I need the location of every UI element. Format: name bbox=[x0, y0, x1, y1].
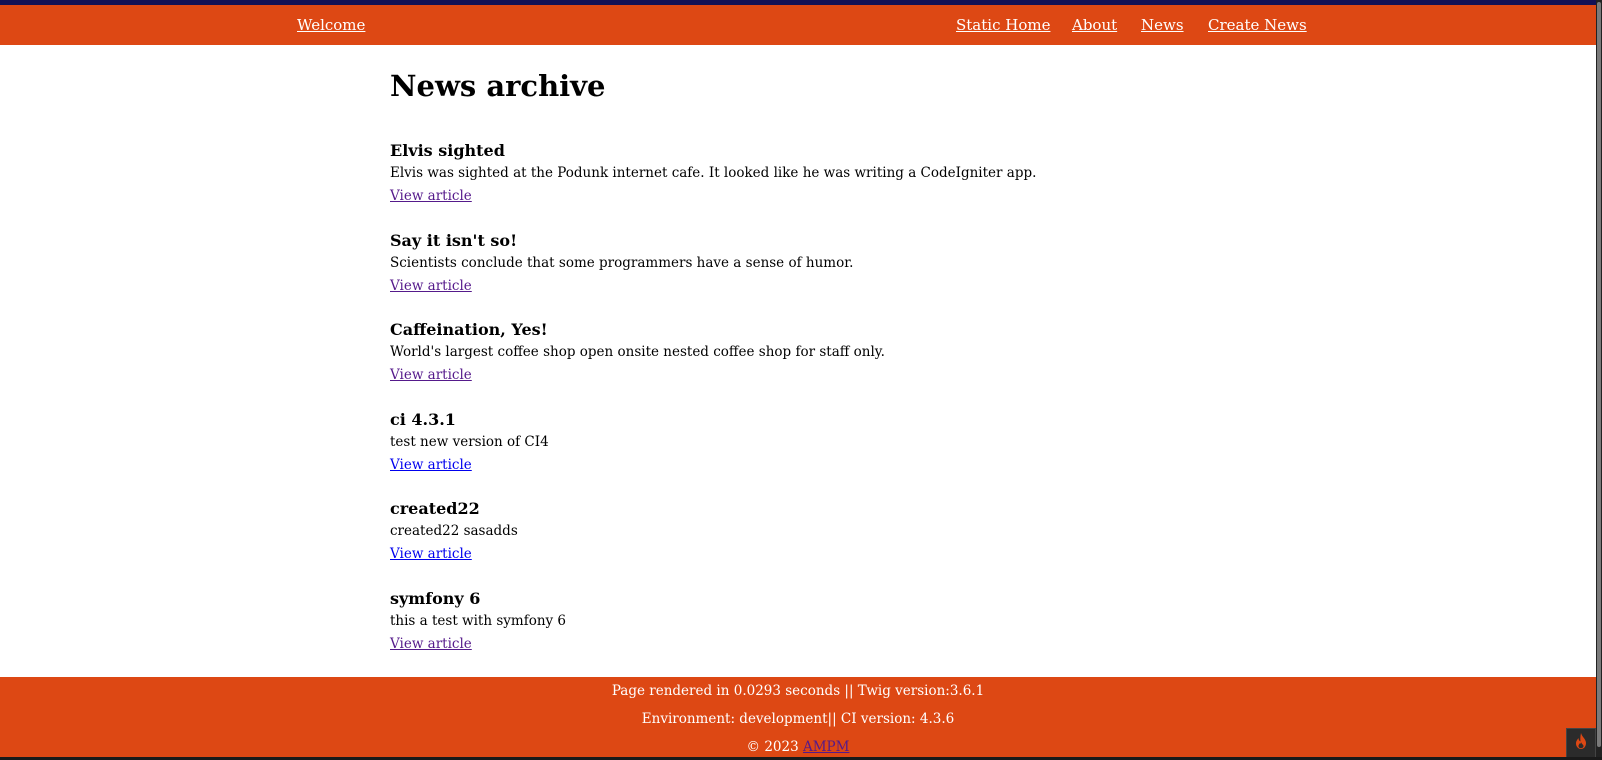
news-list: Elvis sighted Elvis was sighted at the P… bbox=[390, 140, 1290, 678]
browser-viewport: Welcome Static Home About News Create Ne… bbox=[0, 0, 1596, 760]
news-item-text: World's largest coffee shop open onsite … bbox=[390, 344, 885, 361]
news-item-title: Caffeination, Yes! bbox=[390, 320, 548, 340]
news-item-title: symfony 6 bbox=[390, 588, 481, 608]
view-article-link[interactable]: View article bbox=[390, 455, 472, 475]
news-item-text: test new version of CI4 bbox=[390, 433, 549, 450]
view-article-link[interactable]: View article bbox=[390, 365, 472, 385]
view-article-link[interactable]: View article bbox=[390, 544, 472, 564]
news-item: Caffeination, Yes! World's largest coffe… bbox=[390, 319, 1290, 409]
news-item-title: ci 4.3.1 bbox=[390, 409, 456, 429]
page-title: News archive bbox=[390, 69, 606, 103]
top-navbar: Welcome Static Home About News Create Ne… bbox=[0, 5, 1596, 45]
nav-link-news[interactable]: News bbox=[1141, 15, 1184, 35]
news-item: ci 4.3.1 test new version of CI4 View ar… bbox=[390, 409, 1290, 499]
copyright-text: © 2023 bbox=[746, 739, 799, 755]
news-item-title: created22 bbox=[390, 499, 480, 519]
news-item-text: this a test with symfony 6 bbox=[390, 612, 567, 629]
nav-link-create-news[interactable]: Create News bbox=[1208, 15, 1307, 35]
news-item: created22 created22 sasadds View article bbox=[390, 498, 1290, 588]
footer-copyright: © 2023 AMPM bbox=[0, 738, 1596, 756]
flame-icon bbox=[1574, 733, 1588, 753]
page-footer: Page rendered in 0.0293 seconds || Twig … bbox=[0, 677, 1596, 760]
nav-link-welcome[interactable]: Welcome bbox=[297, 15, 365, 35]
footer-render-info: Page rendered in 0.0293 seconds || Twig … bbox=[611, 683, 985, 699]
news-item-text: created22 sasadds bbox=[390, 523, 518, 540]
view-article-link[interactable]: View article bbox=[390, 276, 472, 296]
news-item: Say it isn't so! Scientists conclude tha… bbox=[390, 230, 1290, 320]
news-item-text: Scientists conclude that some programmer… bbox=[390, 254, 854, 271]
footer-brand-link[interactable]: AMPM bbox=[803, 739, 849, 755]
news-item-title: Elvis sighted bbox=[390, 141, 505, 160]
news-item: symfony 6 this a test with symfony 6 Vie… bbox=[390, 588, 1290, 678]
nav-link-about[interactable]: About bbox=[1072, 15, 1117, 35]
debug-toolbar-button[interactable] bbox=[1566, 728, 1596, 758]
news-item-title: Say it isn't so! bbox=[390, 230, 518, 250]
footer-environment-info: Environment: development|| CI version: 4… bbox=[641, 711, 955, 727]
news-item: Elvis sighted Elvis was sighted at the P… bbox=[390, 140, 1290, 230]
view-article-link[interactable]: View article bbox=[390, 186, 472, 206]
nav-link-static-home[interactable]: Static Home bbox=[956, 15, 1050, 35]
vertical-scrollbar[interactable] bbox=[1596, 0, 1602, 760]
news-item-text: Elvis was sighted at the Podunk internet… bbox=[390, 165, 1037, 181]
view-article-link[interactable]: View article bbox=[390, 634, 472, 654]
scrollbar-thumb[interactable] bbox=[1597, 2, 1601, 747]
